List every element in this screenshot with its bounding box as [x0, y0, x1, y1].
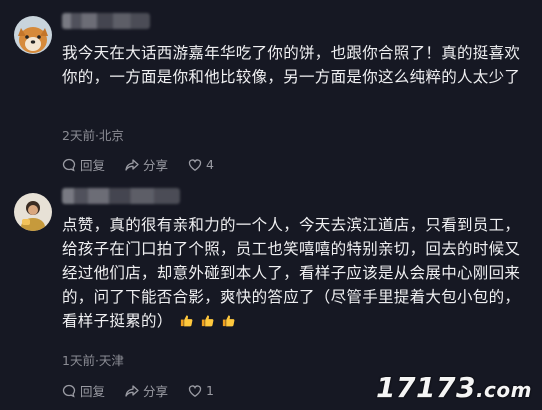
- comment-icon: [62, 158, 76, 171]
- like-button[interactable]: 1: [188, 383, 214, 398]
- share-label: 分享: [143, 384, 169, 399]
- reply-button[interactable]: 回复: [62, 155, 105, 174]
- heart-icon: [188, 158, 202, 171]
- username[interactable]: [62, 13, 150, 29]
- comment-text: 点赞，真的很有亲和力的一个人，今天去滨江道店，只看到员工，给孩子在门口拍了个照，…: [62, 213, 528, 333]
- share-button[interactable]: 分享: [125, 155, 168, 174]
- reply-label: 回复: [80, 384, 106, 399]
- thumbs-up-emoji: [180, 315, 193, 327]
- comment-icon: [62, 384, 76, 397]
- share-label: 分享: [143, 158, 169, 173]
- avatar[interactable]: [14, 193, 52, 231]
- thumbs-up-emoji: [201, 315, 214, 327]
- watermark-main: 17173: [376, 371, 476, 404]
- comment-meta: 1天前·天津: [62, 353, 124, 368]
- site-watermark: 17173.com: [376, 371, 532, 404]
- username[interactable]: [62, 188, 180, 204]
- comment-body: 点赞，真的很有亲和力的一个人，今天去滨江道店，只看到员工，给孩子在门口拍了个照，…: [62, 216, 521, 330]
- reply-button[interactable]: 回复: [62, 381, 105, 400]
- comment-text: 我今天在大话西游嘉年华吃了你的饼，也跟你合照了！真的挺喜欢你的，一方面是你和他比…: [62, 44, 521, 86]
- share-button[interactable]: 分享: [125, 381, 168, 400]
- thumbs-up-emoji: [222, 315, 235, 327]
- like-button[interactable]: 4: [188, 157, 214, 172]
- share-icon: [125, 158, 139, 171]
- like-count: 1: [206, 383, 214, 398]
- comment-meta: 2天前·北京: [62, 128, 124, 143]
- avatar[interactable]: [14, 16, 52, 54]
- watermark-domain: .com: [475, 378, 532, 402]
- heart-icon: [188, 384, 202, 397]
- like-count: 4: [206, 157, 214, 172]
- reply-label: 回复: [80, 158, 106, 173]
- share-icon: [125, 384, 139, 397]
- comment-actions: 回复 分享 1: [62, 381, 234, 400]
- comment-actions: 回复 分享 4: [62, 155, 234, 174]
- comment-item-1: 我今天在大话西游嘉年华吃了你的饼，也跟你合照了！真的挺喜欢你的，一方面是你和他比…: [0, 0, 542, 185]
